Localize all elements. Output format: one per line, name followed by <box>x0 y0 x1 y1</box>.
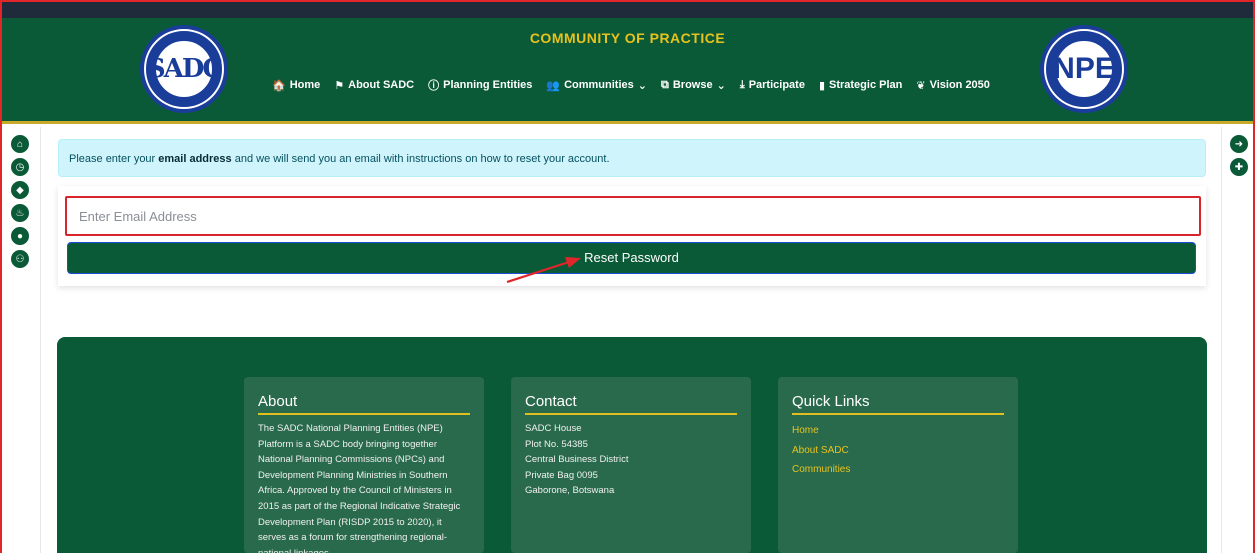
users-icon: 👥 <box>546 79 561 92</box>
quick-link-home[interactable]: Home <box>792 421 1004 441</box>
flag-icon: ⚑ <box>334 79 345 92</box>
register-button[interactable]: ✚ <box>1229 157 1249 177</box>
sign-in-icon: ➜ <box>1234 138 1244 150</box>
contact-line: Private Bag 0095 <box>525 469 598 481</box>
contact-line: Gaborone, Botswana <box>525 485 615 497</box>
alert-bold: email address <box>158 153 232 165</box>
contact-line: SADC House <box>525 423 582 434</box>
footer-contact-heading: Contact <box>525 393 737 415</box>
nav-participate-label: Participate <box>748 79 805 91</box>
top-strip <box>0 0 1255 18</box>
rail-popular-button[interactable]: ♨ <box>10 203 30 223</box>
nav-communities[interactable]: 👥 Communities ⌄ <box>546 79 647 92</box>
contact-line: Plot No. 54385 <box>525 438 588 450</box>
user-icon: ● <box>16 230 24 242</box>
nav-browse-label: Browse <box>672 79 713 91</box>
nav-strategic-plan[interactable]: ▮ Strategic Plan <box>819 79 902 92</box>
footer-quick-links-card: Quick Links Home About SADC Communities <box>778 377 1018 553</box>
info-icon: ⓘ <box>428 80 440 92</box>
bar-chart-icon: ▮ <box>818 79 825 92</box>
info-alert: Please enter your email address and we w… <box>58 139 1206 177</box>
footer-contact-card: Contact SADC House Plot No. 54385 Centra… <box>511 377 751 553</box>
footer-about-text: The SADC National Planning Entities (NPE… <box>258 423 461 553</box>
annotation-arrow-icon <box>506 257 581 284</box>
alert-prefix: Please enter your <box>69 153 159 165</box>
nav-about-sadc[interactable]: ⚑ About SADC <box>334 79 414 92</box>
left-rail: ⌂ ◷ ◆ ♨ ● ⚇ <box>10 134 32 272</box>
rail-users-button[interactable]: ⚇ <box>10 249 30 269</box>
nav-home-label: Home <box>289 79 321 91</box>
nav-strategic-plan-label: Strategic Plan <box>829 79 903 91</box>
rail-user-button[interactable]: ● <box>10 226 30 246</box>
fire-icon: ♨ <box>15 207 25 219</box>
nav-planning-entities[interactable]: ⓘ Planning Entities <box>428 77 532 93</box>
login-button[interactable]: ➜ <box>1229 134 1249 154</box>
clock-icon: ◷ <box>15 161 25 173</box>
nav-communities-label: Communities <box>564 79 634 91</box>
footer-about-card: About The SADC National Planning Entitie… <box>244 377 484 553</box>
users-icon: ⚇ <box>15 253 25 265</box>
rail-home-button[interactable]: ⌂ <box>10 134 30 154</box>
quick-link-communities[interactable]: Communities <box>792 460 1004 480</box>
rail-recent-button[interactable]: ◷ <box>10 157 30 177</box>
chevron-down-icon: ⌄ <box>716 79 726 92</box>
npe-logo-text: NPE <box>1053 52 1115 85</box>
browse-icon: ⧉ <box>660 78 669 91</box>
nav-vision-2050-label: Vision 2050 <box>929 79 990 91</box>
npe-logo[interactable]: NPE <box>1040 25 1128 113</box>
tags-icon: ◆ <box>16 184 24 196</box>
leaf-icon: ❦ <box>916 79 926 92</box>
nav-planning-entities-label: Planning Entities <box>443 79 533 91</box>
rail-tags-button[interactable]: ◆ <box>10 180 30 200</box>
right-rail: ➜ ✚ <box>1229 134 1251 180</box>
footer-about-heading: About <box>258 393 470 415</box>
nav-about-sadc-label: About SADC <box>348 79 415 91</box>
main-nav: 🏠 Home ⚑ About SADC ⓘ Planning Entities … <box>272 75 990 95</box>
user-plus-icon: ✚ <box>1234 161 1244 173</box>
quick-link-about-sadc[interactable]: About SADC <box>792 441 1004 461</box>
contact-line: Central Business District <box>525 454 629 466</box>
nav-participate[interactable]: ⤓ Participate <box>740 79 805 92</box>
site-header: SADC COMMUNITY OF PRACTICE 🏠 Home ⚑ Abou… <box>0 18 1255 124</box>
home-icon: 🏠 <box>272 79 286 92</box>
reset-password-button[interactable]: Reset Password <box>67 242 1196 274</box>
nav-home[interactable]: 🏠 Home <box>272 79 320 92</box>
email-input[interactable] <box>65 196 1201 236</box>
alert-suffix: and we will send you an email with instr… <box>231 153 610 165</box>
nav-browse[interactable]: ⧉ Browse ⌄ <box>661 79 726 92</box>
chevron-down-icon: ⌄ <box>637 79 647 92</box>
nav-vision-2050[interactable]: ❦ Vision 2050 <box>916 79 990 92</box>
download-icon: ⤓ <box>739 78 745 91</box>
home-icon: ⌂ <box>16 138 24 150</box>
footer-quick-links-heading: Quick Links <box>792 393 1004 415</box>
